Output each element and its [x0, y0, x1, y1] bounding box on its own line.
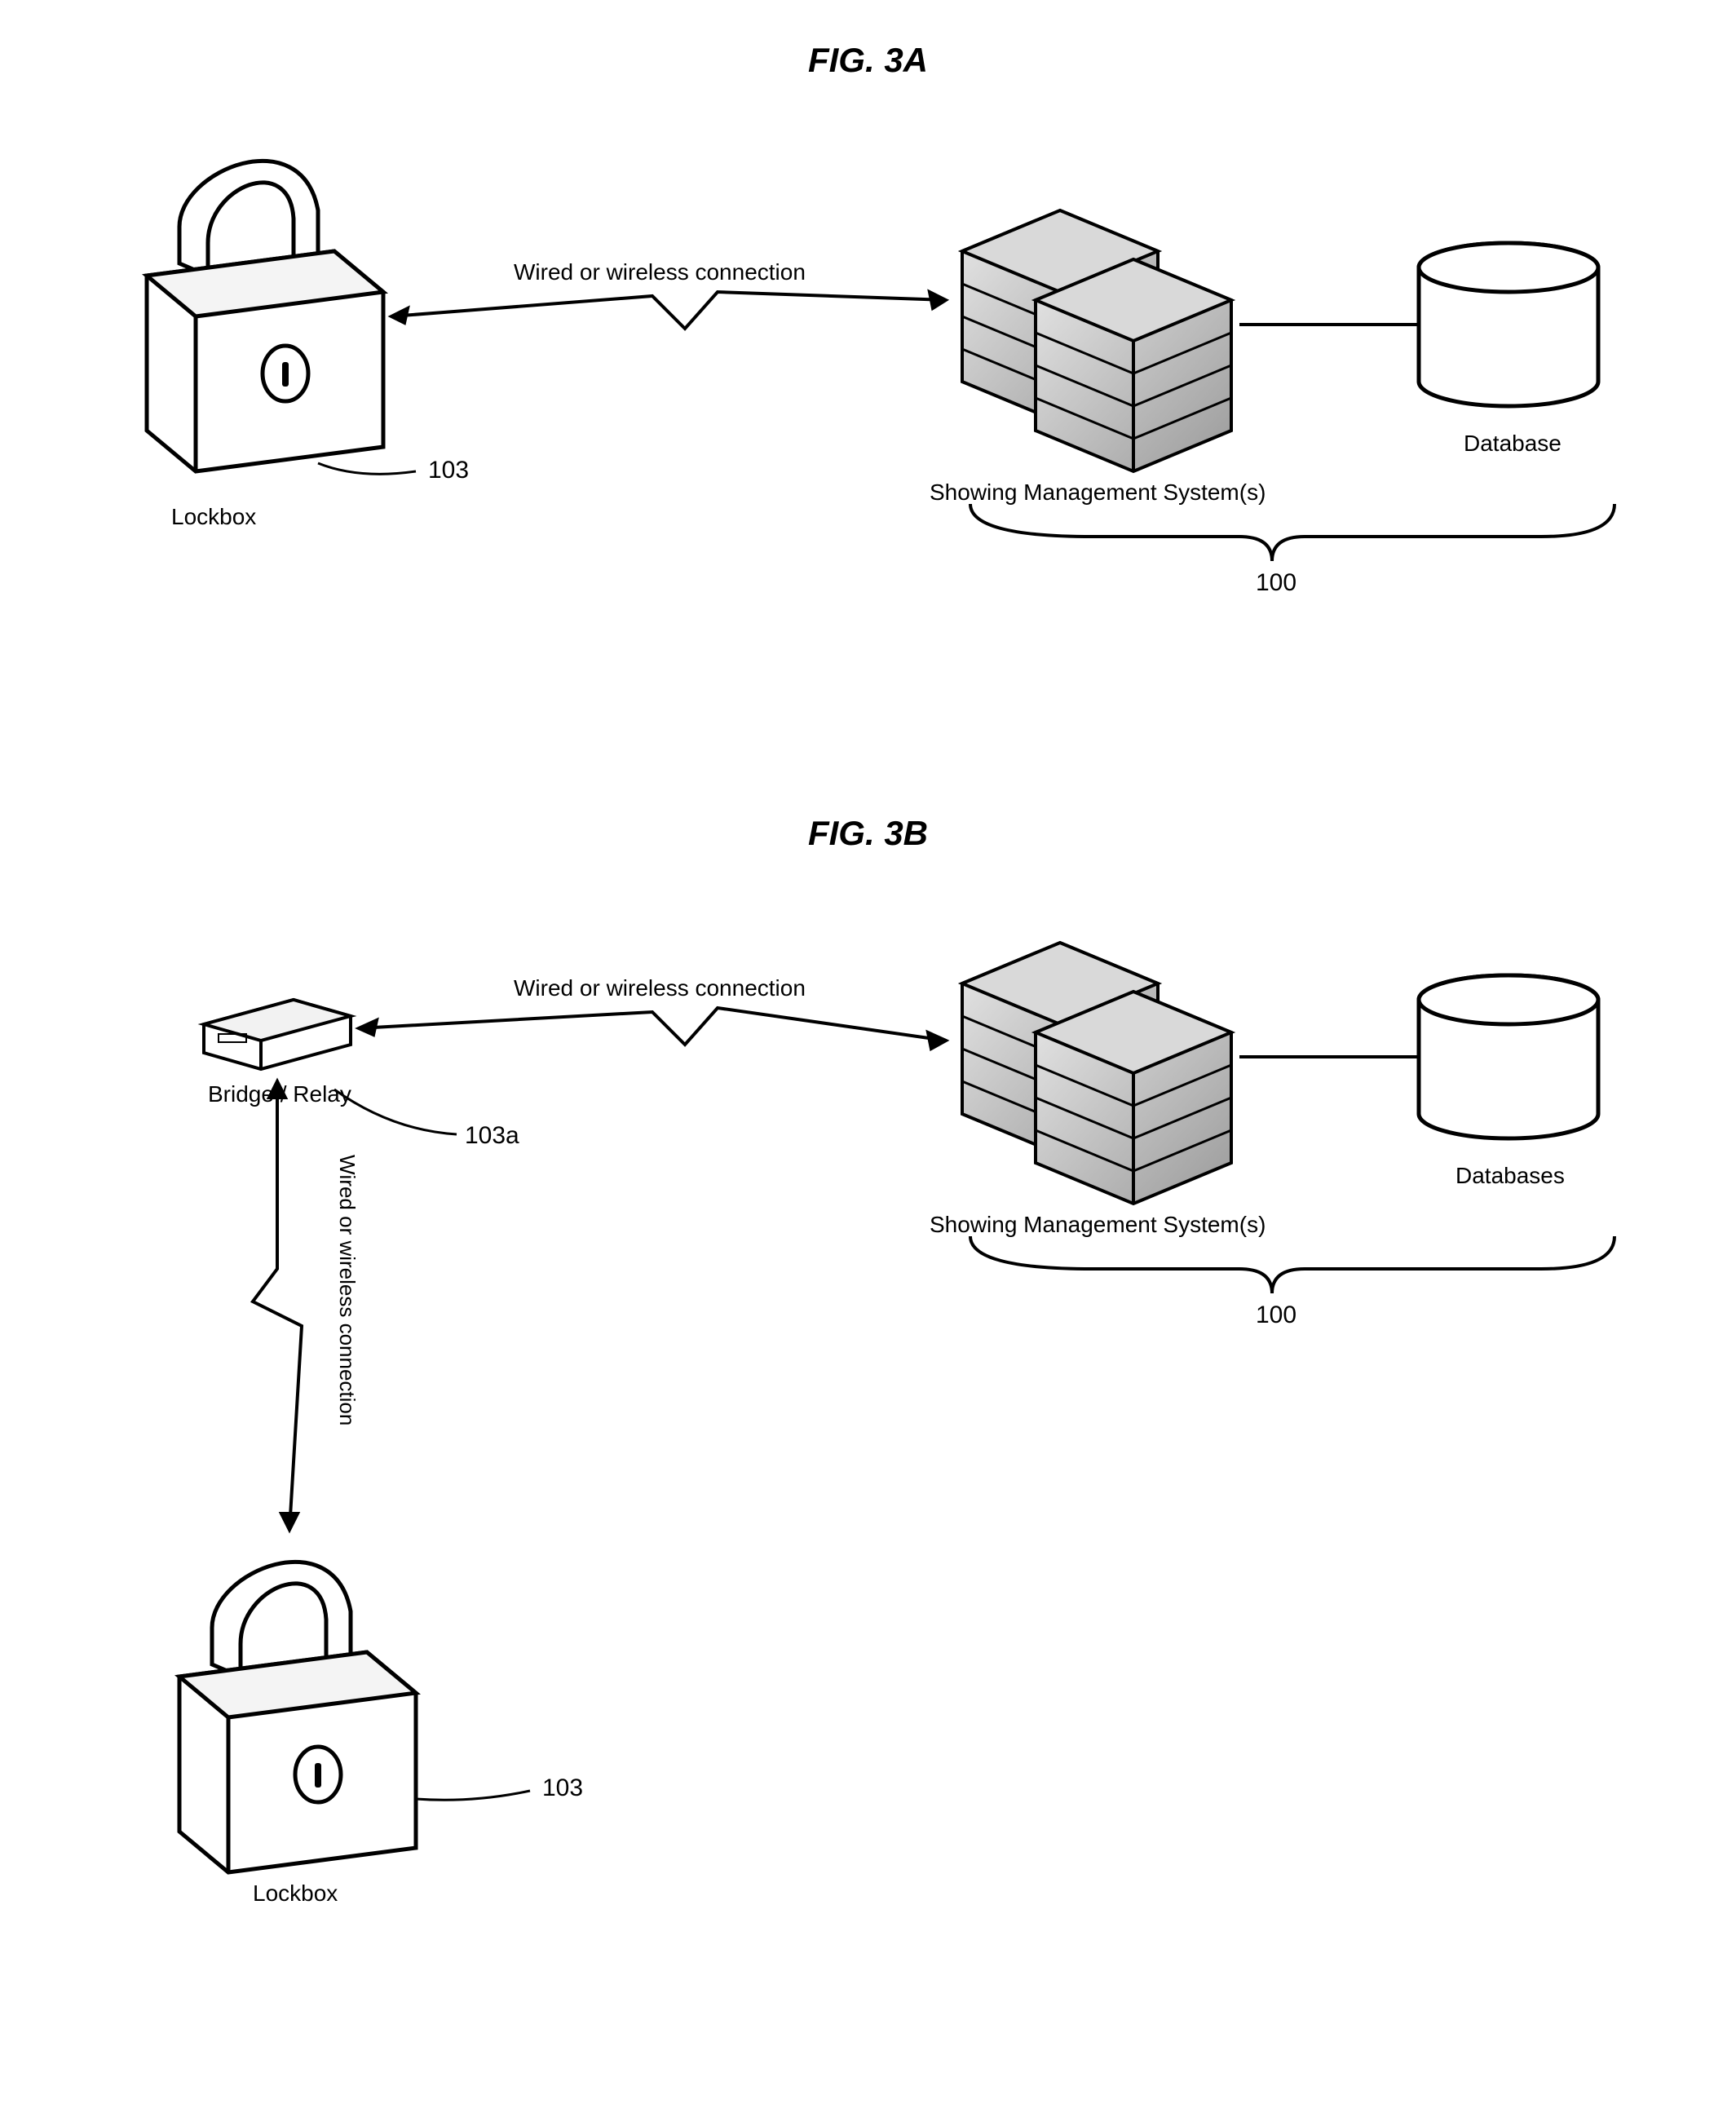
- sms-label-b: Showing Management System(s): [930, 1212, 1266, 1238]
- lockbox-icon-b: [179, 1562, 416, 1872]
- figure-title-a: FIG. 3A: [33, 41, 1703, 80]
- db-label-a: Database: [1464, 431, 1562, 457]
- conn-label-b-left: Wired or wireless connection: [334, 1155, 360, 1425]
- lockbox-label-a: Lockbox: [171, 504, 256, 530]
- brace-b: [970, 1236, 1615, 1293]
- group-ref-a: 100: [1256, 569, 1296, 597]
- lockbox-ref-b: 103: [542, 1774, 583, 1802]
- brace-a: [970, 504, 1615, 561]
- lockbox-icon: [147, 161, 383, 471]
- fig-b-svg: [33, 877, 1703, 1905]
- conn-label-b-top: Wired or wireless connection: [514, 975, 806, 1001]
- servers-icon-a: [962, 210, 1231, 471]
- servers-icon-b: [962, 943, 1231, 1204]
- leader-103a: [334, 1089, 457, 1134]
- bridge-label: Bridge / Relay: [208, 1081, 351, 1107]
- lockbox-label-b: Lockbox: [253, 1880, 338, 1907]
- connection-line-b-left: [253, 1081, 302, 1530]
- db-label-b: Databases: [1456, 1163, 1565, 1189]
- connection-line-b-top: [359, 1008, 946, 1049]
- leader-103-a: [318, 463, 416, 474]
- lockbox-ref-a: 103: [428, 457, 469, 484]
- group-ref-b: 100: [1256, 1301, 1296, 1329]
- sms-label-a: Showing Management System(s): [930, 479, 1266, 506]
- figure-title-b: FIG. 3B: [33, 814, 1703, 853]
- database-icon-a: [1419, 243, 1598, 406]
- bridge-ref: 103a: [465, 1122, 519, 1150]
- leader-103-b: [416, 1791, 530, 1800]
- conn-label-a: Wired or wireless connection: [514, 259, 806, 285]
- fig-a-svg: [33, 104, 1703, 626]
- connection-line-a: [391, 292, 946, 329]
- database-icon-b: [1419, 975, 1598, 1138]
- bridge-icon: [204, 1000, 351, 1069]
